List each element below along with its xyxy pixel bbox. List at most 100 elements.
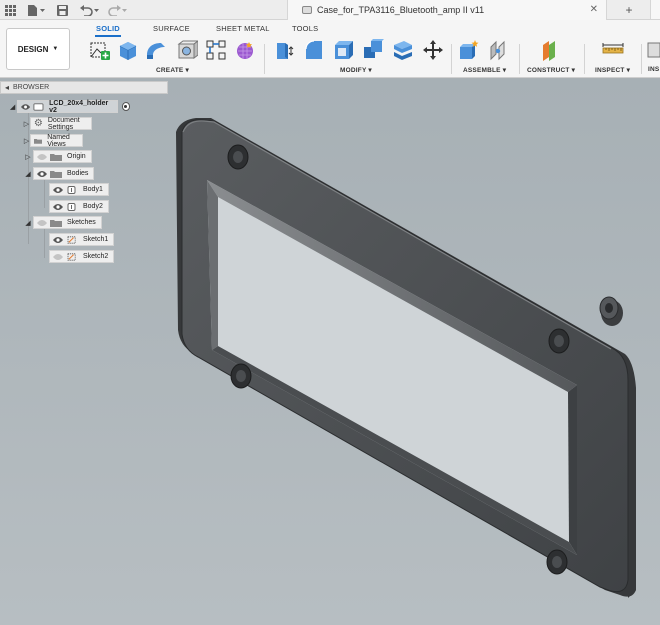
create-label: CREATE [156,67,184,74]
assemble-label: ASSEMBLE [463,67,501,74]
tab-tools[interactable]: TOOLS [292,24,318,33]
folder-icon [50,219,62,227]
active-tab-indicator [95,35,121,37]
collapse-caret-icon[interactable]: ◢ [8,100,17,113]
sketch2-pill: Sketch2 [49,250,115,263]
named-views-pill: Named Views [30,133,83,148]
collapse-caret-icon[interactable]: ◢ [23,167,33,180]
tree-item-label: Named Views [47,133,70,148]
body1-pill: Body1 [49,183,109,196]
chevron-down-icon: ▼ [52,46,59,52]
expand-caret-icon[interactable]: ▷ [23,134,30,147]
new-component-icon[interactable] [458,39,480,61]
root-pill: LCD_20x4_holder v2 [17,100,118,114]
move-copy-icon[interactable] [422,39,444,61]
visibility-eye-icon[interactable] [37,170,47,178]
collapse-caret-icon[interactable]: ◢ [23,216,33,229]
tree-item-label: Body2 [83,203,103,210]
browser-title: BROWSER [13,84,50,91]
3d-viewport[interactable] [0,79,660,625]
activate-radio-icon[interactable] [121,102,131,111]
new-tab-icon[interactable]: + [622,3,636,17]
tab-sheet-metal[interactable]: SHEET METAL [216,24,270,33]
measure-icon[interactable] [602,39,624,61]
expand-caret-icon[interactable]: ▷ [23,150,33,163]
file-menu-icon[interactable] [26,3,46,17]
tab-solid[interactable]: SOLID [96,24,120,33]
body-icon [67,185,76,194]
document-settings-pill: ⚙ Document Settings [29,116,92,131]
browser-header[interactable]: ◂ BROWSER [0,81,168,94]
tree-item-origin[interactable]: ▷ Origin [23,150,92,163]
insert-icon[interactable] [646,39,660,61]
tree-item-bodies[interactable]: ◢ Bodies [23,167,95,180]
visibility-eye-off-icon[interactable] [37,219,47,227]
tree-item-named-views[interactable]: ▷ Named Views [23,133,83,148]
save-icon[interactable] [56,3,68,17]
sketches-pill: Sketches [33,216,102,229]
combine-icon[interactable] [362,39,384,61]
shell-icon[interactable] [332,39,354,61]
close-tab-icon[interactable]: ✕ [590,4,598,15]
insert-menu[interactable]: INS [648,66,659,73]
tree-line [44,176,45,208]
joint-icon[interactable] [487,39,509,61]
visibility-eye-off-icon[interactable] [37,153,47,161]
expand-caret-icon[interactable]: ▷ [23,117,30,130]
separator [451,44,452,74]
create-menu[interactable]: CREATE ▾ [156,66,189,74]
undo-icon[interactable] [78,3,100,17]
tree-item-label: Bodies [67,170,89,177]
folder-icon [50,153,62,161]
pattern-icon[interactable] [205,39,227,61]
tree-root-component[interactable]: ◢ LCD_20x4_holder v2 [8,100,131,114]
lcd-holder-model[interactable] [0,79,660,625]
tree-item-body2[interactable]: Body2 [49,200,109,213]
collapse-panel-icon[interactable]: ◂ [1,83,13,92]
ribbon-toolbar: DESIGN ▼ SOLID SURFACE SHEET METAL TOOLS… [0,20,660,78]
workspace-label: DESIGN [17,44,49,54]
overflow-tab[interactable] [650,0,660,19]
component-icon [33,102,44,111]
tree-item-sketch1[interactable]: Sketch1 [49,233,115,246]
visibility-eye-icon[interactable] [21,103,31,111]
redo-icon[interactable] [106,3,128,17]
construct-menu[interactable]: CONSTRUCT ▾ [527,66,575,74]
sweep-icon[interactable] [145,39,167,61]
bodies-pill: Bodies [33,167,95,180]
tree-line [44,226,45,258]
sketch-icon [67,252,76,261]
visibility-eye-icon[interactable] [53,203,63,211]
tree-item-label: Document Settings [47,116,80,131]
offset-plane-icon[interactable] [540,39,562,61]
assemble-menu[interactable]: ASSEMBLE ▾ [463,66,506,74]
form-icon[interactable] [234,39,256,61]
construct-label: CONSTRUCT [527,67,570,74]
tree-item-body1[interactable]: Body1 [49,183,109,196]
visibility-eye-icon[interactable] [53,236,63,244]
inspect-menu[interactable]: INSPECT ▾ [595,66,630,74]
document-icon [302,6,312,14]
tree-item-label: Sketch1 [83,236,109,243]
hole-icon[interactable] [176,39,200,61]
create-sketch-icon[interactable] [89,39,111,61]
visibility-eye-off-icon[interactable] [53,253,63,261]
app-grid-icon[interactable] [4,3,16,17]
extrude-icon[interactable] [117,39,139,61]
origin-pill: Origin [33,150,92,163]
press-pull-icon[interactable] [274,39,296,61]
document-title: Case_for_TPA3116_Bluetooth_amp II v11 [317,5,485,15]
tab-surface[interactable]: SURFACE [153,24,190,33]
visibility-eye-icon[interactable] [53,186,63,194]
tree-item-sketch2[interactable]: Sketch2 [49,250,115,263]
split-body-icon[interactable] [392,39,414,61]
inspect-label: INSPECT [595,67,625,74]
document-tab[interactable]: Case_for_TPA3116_Bluetooth_amp II v11 ✕ [287,0,607,20]
tree-item-sketches[interactable]: ◢ Sketches [23,216,102,229]
folder-icon [50,170,62,178]
tree-item-document-settings[interactable]: ▷ ⚙ Document Settings [23,116,92,131]
modify-menu[interactable]: MODIFY ▾ [340,66,372,74]
tree-item-label: Origin [67,153,86,160]
workspace-switcher-button[interactable]: DESIGN ▼ [6,28,70,70]
fillet-icon[interactable] [303,39,325,61]
